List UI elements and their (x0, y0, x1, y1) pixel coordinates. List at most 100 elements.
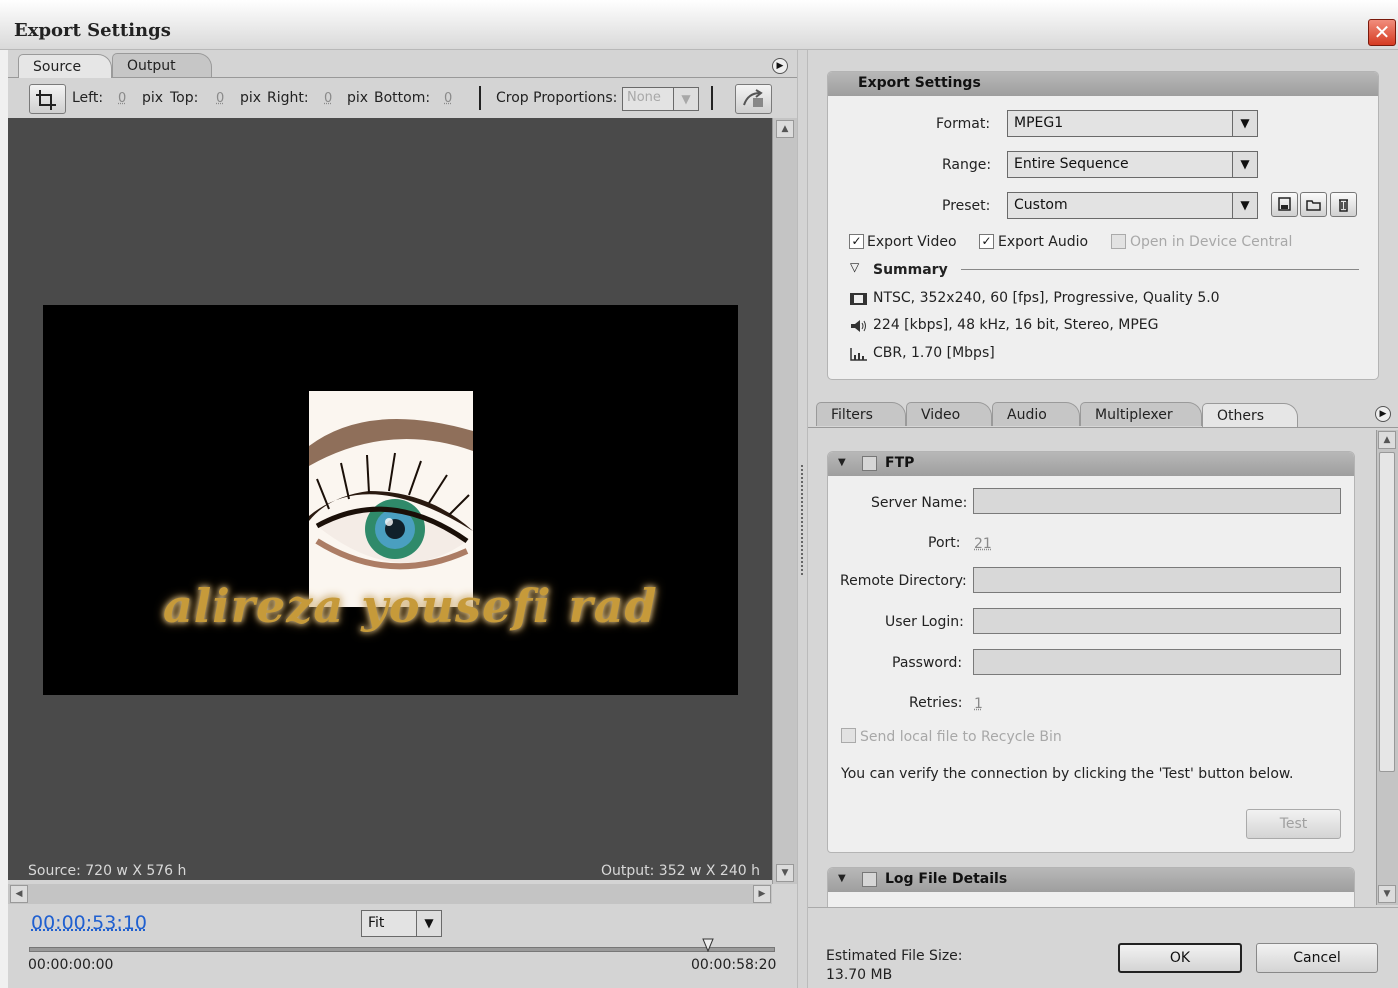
source-tabstrip: Source Output ▶ (8, 50, 797, 78)
panel-menu-icon[interactable]: ▶ (1375, 406, 1391, 422)
import-preset-button[interactable] (1300, 192, 1327, 217)
splitter-grip (801, 465, 804, 575)
close-button[interactable]: ✕ (1368, 19, 1396, 46)
scroll-left-icon[interactable]: ◀ (10, 885, 28, 903)
timeline-track[interactable] (29, 947, 775, 952)
preview-horizontal-scrollbar[interactable]: ◀ ▶ (8, 884, 772, 904)
test-button[interactable]: Test (1246, 809, 1341, 839)
save-preset-button[interactable] (1271, 192, 1298, 217)
watermark-text: alireza yousefi rad (163, 579, 658, 633)
export-video-label: Export Video (867, 234, 957, 250)
crop-bottom-value[interactable]: 0 (444, 91, 452, 106)
chevron-down-icon: ▼ (1232, 152, 1257, 177)
port-label: Port: (928, 535, 961, 551)
divider (479, 86, 481, 110)
user-login-field[interactable] (973, 608, 1341, 634)
scroll-up-icon[interactable]: ▲ (1378, 431, 1396, 449)
aspect-ratio-icon (743, 89, 763, 107)
crop-left-value[interactable]: 0 (118, 91, 126, 106)
triangle-down-icon[interactable]: ▽ (850, 260, 859, 274)
format-select[interactable]: MPEG1 ▼ (1007, 110, 1258, 137)
scroll-right-icon[interactable]: ▶ (753, 885, 771, 903)
log-file-group: Log File Details ▼ (827, 867, 1355, 907)
window-title: Export Settings (14, 20, 171, 41)
speaker-icon (851, 320, 866, 332)
tab-source[interactable]: Source (18, 54, 112, 78)
chevron-down-icon: ▼ (416, 911, 441, 936)
crop-bottom-label: Bottom: (374, 90, 431, 106)
export-video-checkbox[interactable]: ✓ (849, 234, 864, 249)
crop-tool-button[interactable] (29, 84, 66, 114)
panel-splitter[interactable] (797, 50, 808, 988)
tab-multiplexer[interactable]: Multiplexer (1080, 402, 1202, 426)
crop-right-value[interactable]: 0 (324, 91, 332, 106)
settings-panel: Export Settings Format: MPEG1 ▼ Range: En… (808, 50, 1398, 988)
preset-select[interactable]: Custom ▼ (1007, 192, 1258, 219)
crop-proportions-select[interactable]: None ▼ (622, 87, 699, 111)
current-timecode[interactable]: 00:00:53:10 (31, 912, 147, 934)
ftp-enable-checkbox[interactable] (862, 456, 877, 471)
crop-icon (36, 90, 56, 110)
tab-audio[interactable]: Audio (992, 402, 1080, 426)
user-login-label: User Login: (885, 614, 964, 630)
delete-preset-button[interactable] (1330, 192, 1357, 217)
cancel-button[interactable]: Cancel (1256, 943, 1378, 973)
summary-video: NTSC, 352x240, 60 [fps], Progressive, Qu… (873, 290, 1220, 306)
server-name-label: Server Name: (871, 495, 968, 511)
crop-pix-unit: pix (240, 90, 262, 106)
end-timecode: 00:00:58:20 (691, 957, 777, 973)
export-audio-checkbox[interactable]: ✓ (979, 234, 994, 249)
recycle-bin-checkbox[interactable] (841, 728, 856, 743)
remote-directory-field[interactable] (973, 567, 1341, 593)
tab-output[interactable]: Output (112, 53, 212, 77)
range-select[interactable]: Entire Sequence ▼ (1007, 151, 1258, 178)
start-timecode: 00:00:00:00 (28, 957, 114, 973)
scroll-down-icon[interactable]: ▼ (776, 864, 794, 882)
settings-vertical-scrollbar[interactable]: ▲ ▼ (1376, 430, 1398, 905)
title-bar: Export Settings ✕ (0, 0, 1398, 50)
summary-bitrate: CBR, 1.70 [Mbps] (873, 345, 995, 361)
chevron-down-icon: ▼ (1232, 193, 1257, 218)
device-central-checkbox[interactable] (1111, 234, 1126, 249)
divider (711, 86, 713, 110)
log-enable-checkbox[interactable] (862, 872, 877, 887)
scroll-thumb[interactable] (1379, 452, 1395, 772)
aspect-toggle-button[interactable] (735, 84, 772, 114)
collapse-icon[interactable]: ▼ (838, 457, 846, 468)
crop-top-value[interactable]: 0 (216, 91, 224, 106)
dialog-footer: Estimated File Size: 13.70 MB OK Cancel (808, 907, 1398, 988)
playhead-handle[interactable] (702, 938, 714, 952)
collapse-icon[interactable]: ▼ (838, 873, 846, 884)
preview-vertical-scrollbar[interactable]: ▲ ▼ (772, 118, 797, 884)
password-field[interactable] (973, 649, 1341, 675)
tab-filters[interactable]: Filters (816, 402, 906, 426)
export-settings-group: Export Settings Format: MPEG1 ▼ Range: En… (827, 71, 1379, 380)
save-icon (1278, 197, 1291, 211)
ok-button[interactable]: OK (1118, 943, 1242, 973)
settings-tabstrip: Filters Video Audio Multiplexer Others ▶ (808, 400, 1398, 428)
eye-image (309, 391, 473, 607)
server-name-field[interactable] (973, 488, 1341, 514)
range-label: Range: (942, 157, 992, 173)
ftp-header: FTP (828, 452, 1354, 476)
scroll-down-icon[interactable]: ▼ (1378, 885, 1396, 903)
scroll-up-icon[interactable]: ▲ (776, 120, 794, 138)
crop-right-label: Right: (267, 90, 309, 106)
summary-audio: 224 [kbps], 48 kHz, 16 bit, Stereo, MPEG (873, 317, 1159, 333)
panel-menu-icon[interactable]: ▶ (772, 58, 788, 74)
zoom-select[interactable]: Fit ▼ (361, 910, 442, 937)
bitrate-chart-icon (850, 348, 867, 361)
crop-pix-unit: pix (347, 90, 369, 106)
export-audio-label: Export Audio (998, 234, 1089, 250)
recycle-bin-label: Send local file to Recycle Bin (860, 729, 1062, 745)
tab-others[interactable]: Others (1202, 403, 1298, 427)
retries-value[interactable]: 1 (974, 696, 983, 712)
preview-area: alireza yousefi rad Source: 720 w X 576 … (8, 118, 772, 880)
chevron-down-icon: ▼ (1232, 111, 1257, 136)
export-settings-header: Export Settings (828, 72, 1378, 96)
port-value[interactable]: 21 (974, 536, 992, 552)
folder-icon (1306, 200, 1321, 211)
source-dimensions: Source: 720 w X 576 h (28, 863, 187, 879)
source-panel: Source Output ▶ Left: 0 pix Top: 0 pix R… (8, 50, 797, 988)
tab-video[interactable]: Video (906, 402, 992, 426)
